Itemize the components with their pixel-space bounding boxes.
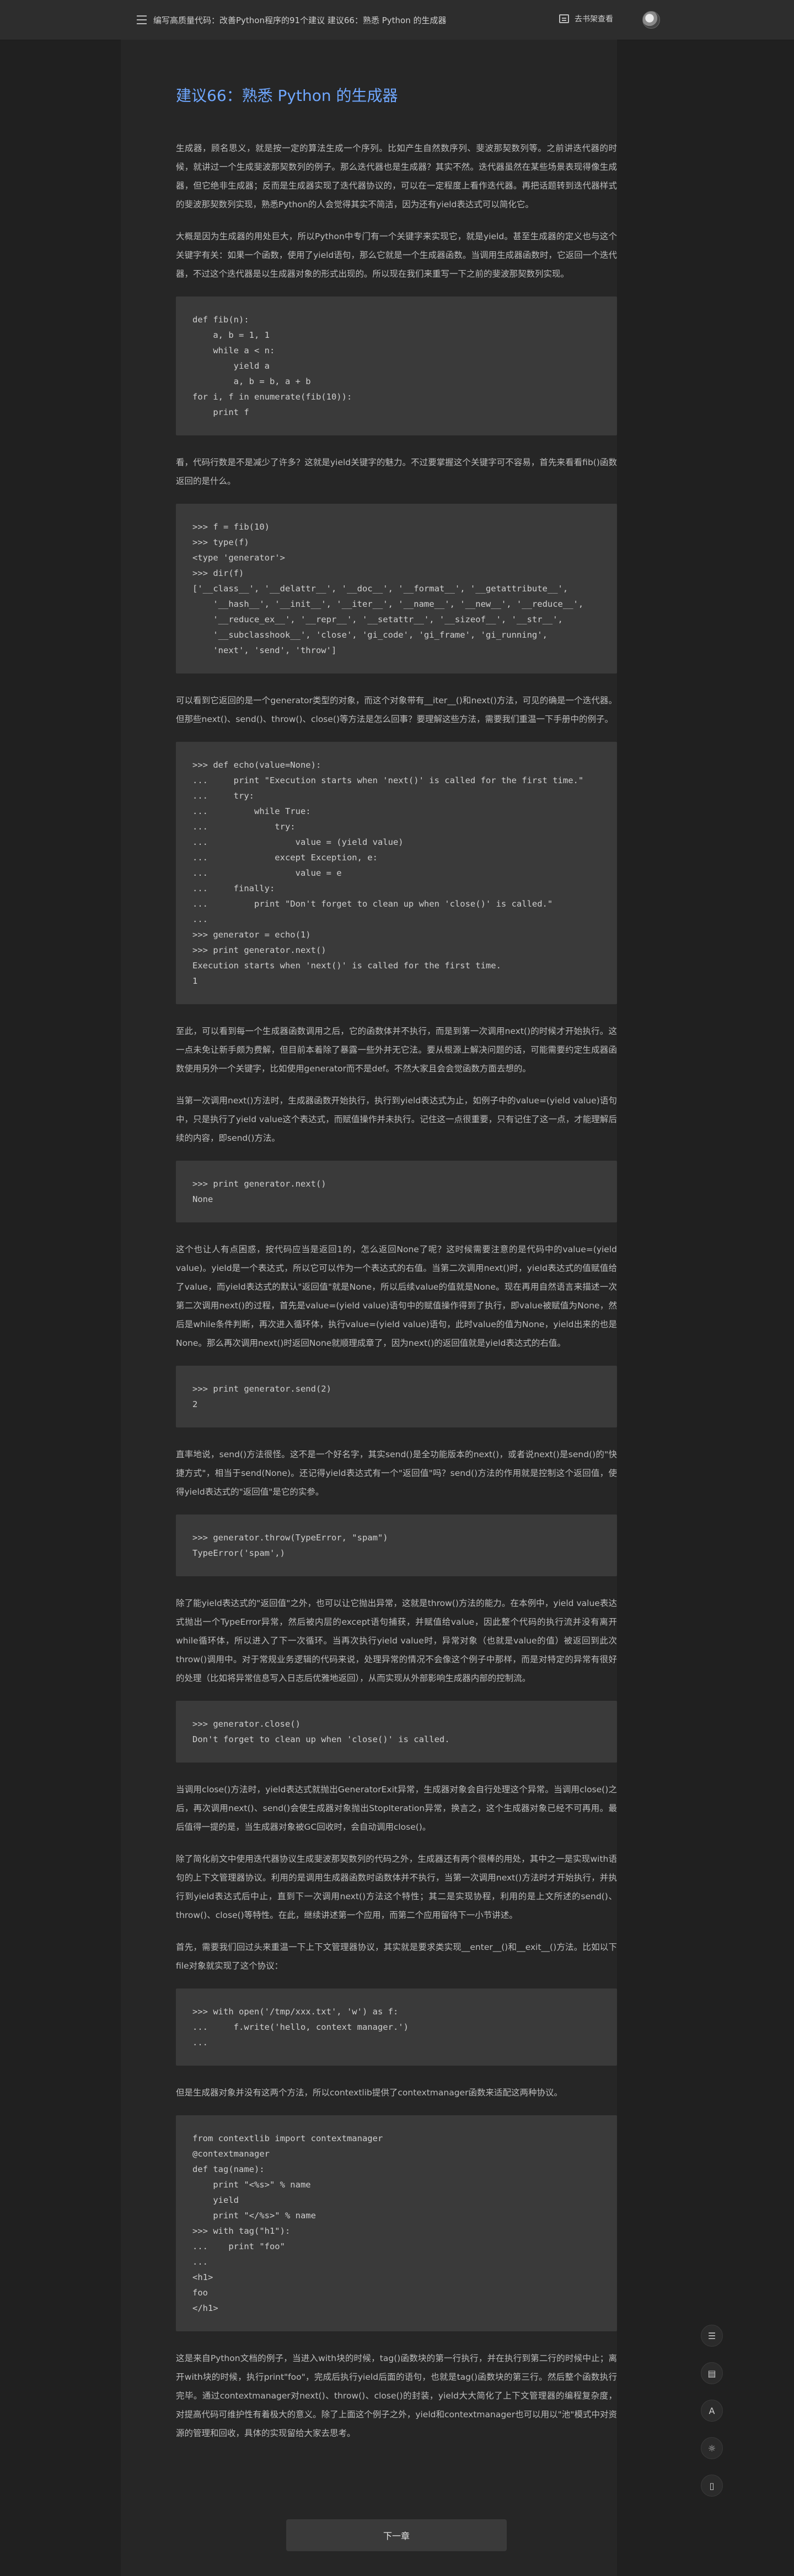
paragraph: 直率地说，send()方法很怪。这不是一个好名字，其实send()是全功能版本的… (176, 1449, 617, 1497)
paragraph: 至此，可以看到每一个生成器函数调用之后，它的函数体并不执行，而是到第一次调用ne… (176, 1026, 617, 1074)
paragraph: 当第一次调用next()方法时，生成器函数开始执行，执行到yield表达式为止，… (176, 1096, 617, 1143)
top-bar: 编写高质量代码：改善Python程序的91个建议 建议66：熟悉 Python … (0, 0, 794, 40)
floating-toolbar: ☰ ▤ A ☼ ▯ (701, 2325, 725, 2512)
paragraph: 大概是因为生成器的用处巨大，所以Python中专门有一个关键字来实现它，就是yi… (176, 231, 617, 279)
comment-icon[interactable]: ▤ (701, 2362, 723, 2384)
code-block: def fib(n): a, b = 1, 1 while a < n: yie… (176, 297, 617, 435)
chapter-heading: 建议66：熟悉 Python 的生成器 (176, 87, 398, 105)
code-block: from contextlib import contextmanager @c… (176, 2115, 617, 2331)
article-panel: 建议66：熟悉 Python 的生成器 生成器，顾名思义，就是按一定的算法生成一… (121, 40, 617, 2576)
book-chapter-title: 编写高质量代码：改善Python程序的91个建议 建议66：熟悉 Python … (153, 15, 447, 25)
code-block: >>> def echo(value=None): ... print "Exe… (176, 742, 617, 1004)
bookshelf-link[interactable]: 去书架查看 (559, 13, 613, 24)
paragraph: 但是生成器对象并没有这两个方法，所以contextlib提供了contextma… (176, 2088, 562, 2098)
code-block: >>> generator.throw(TypeError, "spam") T… (176, 1515, 617, 1576)
paragraph: 可以看到它返回的是一个generator类型的对象，而这个对象带有__iter_… (176, 696, 617, 724)
paragraph: 这个也让人有点困惑，按代码应当是返回1的，怎么返回None了呢？这时候需要注意的… (176, 1244, 617, 1348)
phone-icon[interactable]: ▯ (701, 2475, 723, 2497)
paragraph: 看，代码行数是不是减少了许多？这就是yield关键字的魅力。不过要掌握这个关键字… (176, 457, 617, 486)
next-chapter-button[interactable]: 下一章 (286, 2519, 507, 2551)
article-content: 建议66：熟悉 Python 的生成器 生成器，顾名思义，就是按一定的算法生成一… (176, 84, 617, 2456)
font-icon[interactable]: A (701, 2400, 723, 2422)
code-block: >>> print generator.next() None (176, 1161, 617, 1222)
brightness-icon[interactable]: ☼ (701, 2437, 723, 2459)
menu-icon[interactable] (137, 15, 147, 24)
bookshelf-label: 去书架查看 (575, 15, 613, 24)
paragraph: 除了能yield表达式的"返回值"之外，也可以让它抛出异常，这就是throw()… (176, 1598, 617, 1683)
bookshelf-icon (559, 14, 569, 23)
code-block: >>> generator.close() Don't forget to cl… (176, 1701, 617, 1763)
code-block: >>> print generator.send(2) 2 (176, 1366, 617, 1427)
code-block: >>> with open('/tmp/xxx.txt', 'w') as f:… (176, 1988, 617, 2066)
paragraph: 除了简化前文中使用迭代器协议生成斐波那契数列的代码之外，生成器还有两个很棒的用处… (176, 1854, 617, 1920)
paragraph: 这是来自Python文档的例子，当进入with块的时候，tag()函数块的第一行… (176, 2353, 617, 2438)
list-icon[interactable]: ☰ (701, 2325, 723, 2347)
paragraph: 当调用close()方法时，yield表达式就抛出GeneratorExit异常… (176, 1785, 617, 1832)
code-block: >>> f = fib(10) >>> type(f) <type 'gener… (176, 504, 617, 673)
paragraph: 首先，需要我们回过头来重温一下上下文管理器协议，其实就是要求类实现__enter… (176, 1942, 617, 1971)
paragraph: 生成器，顾名思义，就是按一定的算法生成一个序列。比如产生自然数序列、斐波那契数列… (176, 143, 617, 209)
avatar[interactable] (642, 11, 660, 29)
